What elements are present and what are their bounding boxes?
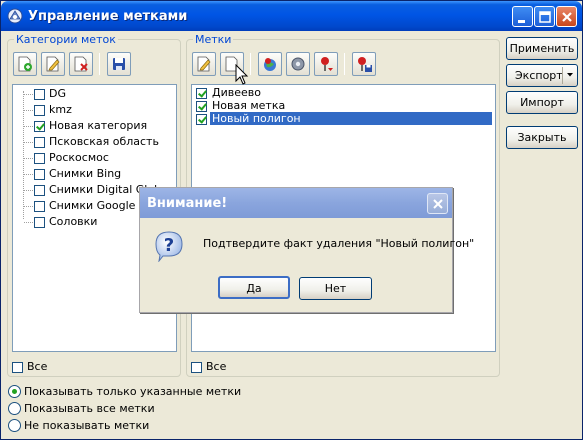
- save-categories-button[interactable]: [107, 52, 131, 76]
- edit-mark-button[interactable]: [192, 52, 216, 76]
- close-window-button[interactable]: [556, 6, 577, 27]
- dialog-message: Подтвердите факт удаления "Новый полигон…: [203, 237, 475, 250]
- dialog-close-button[interactable]: [427, 193, 448, 214]
- dialog-no-button[interactable]: Нет: [299, 277, 372, 300]
- marks-group-title: Метки: [193, 33, 234, 46]
- export-label: Экспорт: [515, 69, 563, 82]
- dialog-title: Внимание!: [147, 196, 228, 211]
- marks-all-label: Все: [206, 360, 227, 373]
- mark-label: Дивеево: [212, 86, 261, 99]
- main-window: Управление метками Категории меток DG km…: [0, 0, 583, 440]
- pin-icon: [321, 57, 333, 71]
- add-mark-button[interactable]: [314, 52, 338, 76]
- categories-group-title: Категории меток: [14, 33, 118, 46]
- categories-all-checkbox[interactable]: [12, 362, 23, 373]
- window-title: Управление метками: [28, 9, 188, 24]
- category-checkbox[interactable]: [34, 217, 45, 228]
- mark-properties-button[interactable]: [286, 52, 310, 76]
- category-label: Соловки: [49, 215, 98, 228]
- maximize-icon: [539, 11, 551, 23]
- category-label: kmz: [49, 103, 72, 116]
- display-option-label: Не показывать метки: [24, 419, 150, 432]
- confirm-dialog: Внимание! ? Подтвердите факт удаления "Н…: [139, 187, 474, 313]
- display-option-radio[interactable]: Показывать все метки: [8, 402, 268, 417]
- goto-mark-button[interactable]: [258, 52, 282, 76]
- marks-all-checkbox[interactable]: [191, 362, 202, 373]
- edit-mark-icon: [197, 56, 211, 72]
- category-checkbox[interactable]: [34, 201, 45, 212]
- category-checkbox[interactable]: [34, 105, 45, 116]
- category-checkbox[interactable]: [34, 89, 45, 100]
- import-button[interactable]: Импорт: [506, 91, 578, 114]
- save-marks-button[interactable]: [352, 52, 376, 76]
- category-tree-item[interactable]: Новая категория: [13, 119, 176, 135]
- category-tree-item[interactable]: Псковская область: [13, 135, 176, 151]
- close-icon: [433, 199, 443, 209]
- maximize-button[interactable]: [534, 6, 555, 27]
- gear-icon: [291, 57, 305, 71]
- radio-button[interactable]: [8, 402, 21, 415]
- mark-label: Новый полигон: [210, 112, 492, 125]
- display-option-label: Показывать все метки: [24, 402, 155, 415]
- mark-checkbox[interactable]: [196, 88, 207, 99]
- categories-all-label: Все: [27, 360, 48, 373]
- close-button[interactable]: Закрыть: [506, 126, 578, 149]
- category-checkbox[interactable]: [34, 169, 45, 180]
- category-tree-item[interactable]: Снимки Bing: [13, 167, 176, 183]
- category-label: Снимки Google: [49, 199, 136, 212]
- category-checkbox[interactable]: [34, 137, 45, 148]
- cursor-icon: [235, 64, 249, 85]
- category-label: DG: [49, 87, 66, 100]
- toolbar-separator: [99, 53, 100, 75]
- category-tree-item[interactable]: Роскосмос: [13, 151, 176, 167]
- display-option-label: Показывать только указанные метки: [24, 385, 242, 398]
- mark-list-item[interactable]: Новый полигон: [194, 112, 494, 126]
- dialog-yes-button[interactable]: Да: [218, 276, 290, 299]
- edit-category-icon: [46, 56, 60, 72]
- edit-category-button[interactable]: [41, 52, 65, 76]
- category-tree-item[interactable]: kmz: [13, 103, 176, 119]
- delete-category-button[interactable]: [69, 52, 93, 76]
- minimize-icon: [518, 20, 525, 23]
- mark-checkbox[interactable]: [196, 101, 207, 112]
- radio-button[interactable]: [8, 419, 21, 432]
- mark-label: Новая метка: [212, 99, 286, 112]
- minimize-button[interactable]: [512, 6, 533, 27]
- add-category-button[interactable]: [13, 52, 37, 76]
- delete-category-icon: [74, 56, 88, 72]
- dialog-title-bar[interactable]: Внимание!: [140, 188, 452, 218]
- category-label: Роскосмос: [49, 151, 109, 164]
- app-icon: [7, 8, 23, 24]
- category-checkbox[interactable]: [34, 185, 45, 196]
- apply-button[interactable]: Применить: [506, 37, 578, 60]
- category-label: Снимки Bing: [49, 167, 122, 180]
- category-label: Псковская область: [49, 135, 159, 148]
- chevron-down-icon[interactable]: [566, 72, 574, 78]
- toolbar-separator: [344, 53, 345, 75]
- floppy-icon: [113, 58, 125, 70]
- mark-checkbox[interactable]: [196, 114, 207, 125]
- category-checkbox[interactable]: [34, 153, 45, 164]
- close-icon: [562, 12, 572, 22]
- export-button[interactable]: Экспорт: [506, 64, 578, 87]
- pin-save-icon: [358, 57, 372, 72]
- toolbar-separator: [250, 53, 251, 75]
- display-option-radio[interactable]: Не показывать метки: [8, 419, 268, 434]
- title-bar[interactable]: Управление метками: [1, 1, 582, 31]
- globe-pin-icon: [264, 58, 276, 71]
- category-tree-item[interactable]: DG: [13, 87, 176, 103]
- svg-text:?: ?: [164, 235, 174, 256]
- category-label: Новая категория: [49, 119, 148, 132]
- add-category-icon: [18, 56, 32, 72]
- question-icon: ?: [155, 231, 183, 262]
- radio-button[interactable]: [8, 385, 21, 398]
- display-option-radio[interactable]: Показывать только указанные метки: [8, 385, 268, 400]
- category-checkbox[interactable]: [34, 121, 45, 132]
